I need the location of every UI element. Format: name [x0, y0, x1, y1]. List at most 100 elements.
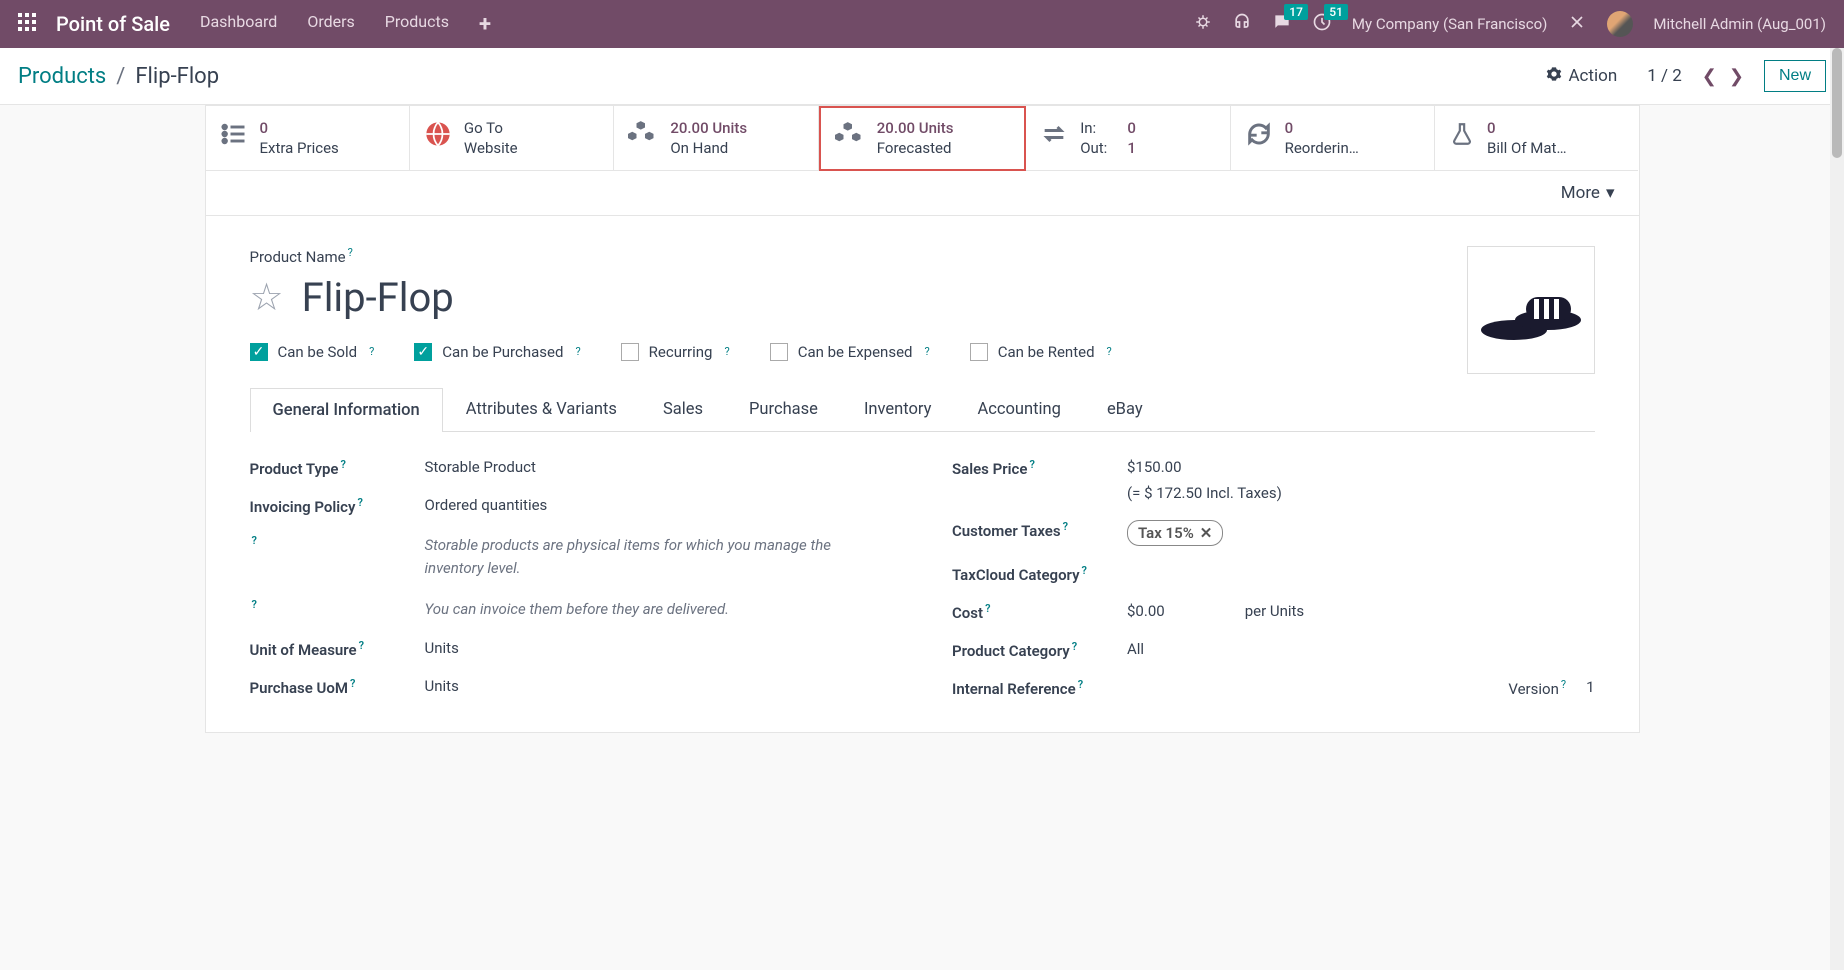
- help-icon[interactable]: ?: [359, 639, 364, 652]
- uom-field[interactable]: Units: [425, 635, 893, 657]
- product-type-field[interactable]: Storable Product: [425, 454, 893, 476]
- form-sheet: Product Name? ☆ Flip-Flop ✓Can be Sold? …: [206, 216, 1639, 732]
- check-can-be-purchased[interactable]: ✓Can be Purchased?: [414, 343, 580, 361]
- help-icon[interactable]: ?: [985, 602, 990, 615]
- stat-on-hand[interactable]: 20.00 UnitsOn Hand: [614, 106, 818, 171]
- messaging-badge: 17: [1284, 4, 1308, 20]
- tab-general-info[interactable]: General Information: [250, 388, 443, 432]
- cost-field[interactable]: $0.00per Units: [1127, 598, 1595, 620]
- sales-price-label: Sales Price?: [952, 454, 1127, 478]
- version-value: 1: [1586, 678, 1594, 698]
- invoicing-hint: You can invoice them before they are del…: [425, 594, 870, 621]
- stat-extra-prices[interactable]: 0Extra Prices: [206, 106, 410, 171]
- help-icon[interactable]: ?: [1078, 678, 1083, 691]
- invoicing-policy-label: Invoicing Policy?: [250, 492, 425, 516]
- help-icon[interactable]: ?: [348, 246, 353, 259]
- breadcrumb-current: Flip-Flop: [135, 64, 219, 89]
- stat-bom[interactable]: 0Bill Of Mat…: [1435, 106, 1638, 171]
- help-icon[interactable]: ?: [1082, 564, 1087, 577]
- tab-inventory[interactable]: Inventory: [841, 387, 955, 431]
- help-icon[interactable]: ?: [252, 598, 257, 611]
- action-dropdown[interactable]: Action: [1546, 66, 1617, 87]
- exchange-icon: [1040, 120, 1068, 155]
- cost-label: Cost?: [952, 598, 1127, 622]
- help-icon[interactable]: ?: [724, 345, 729, 358]
- tabs: General Information Attributes & Variant…: [250, 387, 1595, 432]
- menu-add-icon[interactable]: +: [479, 12, 491, 37]
- stat-reordering[interactable]: 0Reorderin…: [1231, 106, 1435, 171]
- help-icon[interactable]: ?: [1561, 678, 1566, 691]
- tab-sales[interactable]: Sales: [640, 387, 726, 431]
- product-name-field[interactable]: Flip-Flop: [302, 274, 454, 321]
- help-icon[interactable]: ?: [340, 458, 345, 471]
- check-can-be-rented[interactable]: Can be Rented?: [970, 343, 1112, 361]
- menu-products[interactable]: Products: [385, 12, 449, 37]
- stat-goto-website[interactable]: Go ToWebsite: [410, 106, 614, 171]
- tab-accounting[interactable]: Accounting: [954, 387, 1083, 431]
- help-icon[interactable]: ?: [252, 534, 257, 547]
- pager-prev-icon[interactable]: ❮: [1702, 66, 1717, 87]
- caret-down-icon: ▾: [1606, 183, 1615, 203]
- internal-ref-field[interactable]: Version? 1: [1127, 674, 1595, 698]
- tab-ebay[interactable]: eBay: [1084, 387, 1166, 431]
- help-icon[interactable]: ?: [1063, 520, 1068, 533]
- help-icon[interactable]: ?: [925, 345, 930, 358]
- invoicing-policy-field[interactable]: Ordered quantities: [425, 492, 893, 514]
- sales-price-field[interactable]: $150.00 (= $ 172.50 Incl. Taxes): [1127, 454, 1595, 502]
- stat-in-out[interactable]: In:0 Out:1: [1026, 106, 1230, 171]
- help-icon[interactable]: ?: [1072, 640, 1077, 653]
- tools-icon[interactable]: [1567, 12, 1587, 36]
- pager[interactable]: 1 / 2: [1647, 66, 1682, 86]
- stat-forecasted[interactable]: 20.00 UnitsForecasted: [819, 106, 1026, 171]
- tab-attributes-variants[interactable]: Attributes & Variants: [443, 387, 640, 431]
- more-dropdown[interactable]: More ▾: [1561, 183, 1615, 203]
- taxcloud-field[interactable]: [1127, 560, 1595, 564]
- tab-purchase[interactable]: Purchase: [726, 387, 841, 431]
- internal-ref-label: Internal Reference?: [952, 674, 1127, 698]
- checkbox-icon: [621, 343, 639, 361]
- tax-tag[interactable]: Tax 15%✕: [1127, 520, 1223, 546]
- category-field[interactable]: All: [1127, 636, 1595, 658]
- control-panel: Products / Flip-Flop Action 1 / 2 ❮ ❯ Ne…: [0, 48, 1844, 105]
- more-bar: More ▾: [206, 171, 1639, 216]
- product-name-label: Product Name?: [250, 246, 1595, 266]
- flask-icon: [1449, 121, 1475, 154]
- product-type-hint: Storable products are physical items for…: [425, 530, 870, 581]
- new-button[interactable]: New: [1764, 60, 1826, 92]
- brand-title[interactable]: Point of Sale: [56, 12, 170, 36]
- list-icon: [220, 120, 248, 155]
- breadcrumb-parent[interactable]: Products: [18, 64, 106, 89]
- menu-dashboard[interactable]: Dashboard: [200, 12, 277, 37]
- check-recurring[interactable]: Recurring?: [621, 343, 730, 361]
- user-avatar[interactable]: [1607, 11, 1633, 37]
- customer-taxes-field[interactable]: Tax 15%✕: [1127, 516, 1595, 546]
- support-icon[interactable]: [1232, 12, 1252, 36]
- company-selector[interactable]: My Company (San Francisco): [1352, 15, 1547, 33]
- user-menu[interactable]: Mitchell Admin (Aug_001): [1653, 15, 1826, 33]
- help-icon[interactable]: ?: [575, 345, 580, 358]
- help-icon[interactable]: ?: [369, 345, 374, 358]
- boxes-icon: [835, 120, 865, 157]
- check-can-be-expensed[interactable]: Can be Expensed?: [770, 343, 930, 361]
- messaging-icon[interactable]: 17: [1272, 12, 1292, 36]
- help-icon[interactable]: ?: [1107, 345, 1112, 358]
- activity-badge: 51: [1324, 4, 1348, 20]
- help-icon[interactable]: ?: [350, 677, 355, 690]
- globe-icon: [424, 120, 452, 155]
- debug-icon[interactable]: [1194, 13, 1212, 35]
- main-menu: Dashboard Orders Products +: [200, 12, 491, 37]
- menu-orders[interactable]: Orders: [307, 12, 354, 37]
- vertical-scrollbar[interactable]: [1830, 48, 1844, 970]
- check-can-be-sold[interactable]: ✓Can be Sold?: [250, 343, 375, 361]
- purchase-uom-field[interactable]: Units: [425, 673, 893, 695]
- pager-next-icon[interactable]: ❯: [1729, 66, 1744, 87]
- help-icon[interactable]: ?: [357, 496, 362, 509]
- product-image[interactable]: [1467, 246, 1595, 374]
- checkbox-icon: [770, 343, 788, 361]
- favorite-star-icon[interactable]: ☆: [250, 275, 284, 320]
- help-icon[interactable]: ?: [1029, 458, 1034, 471]
- remove-tag-icon[interactable]: ✕: [1200, 524, 1213, 542]
- scrollbar-thumb[interactable]: [1832, 48, 1842, 158]
- activity-icon[interactable]: 51: [1312, 12, 1332, 36]
- apps-icon[interactable]: [18, 13, 36, 35]
